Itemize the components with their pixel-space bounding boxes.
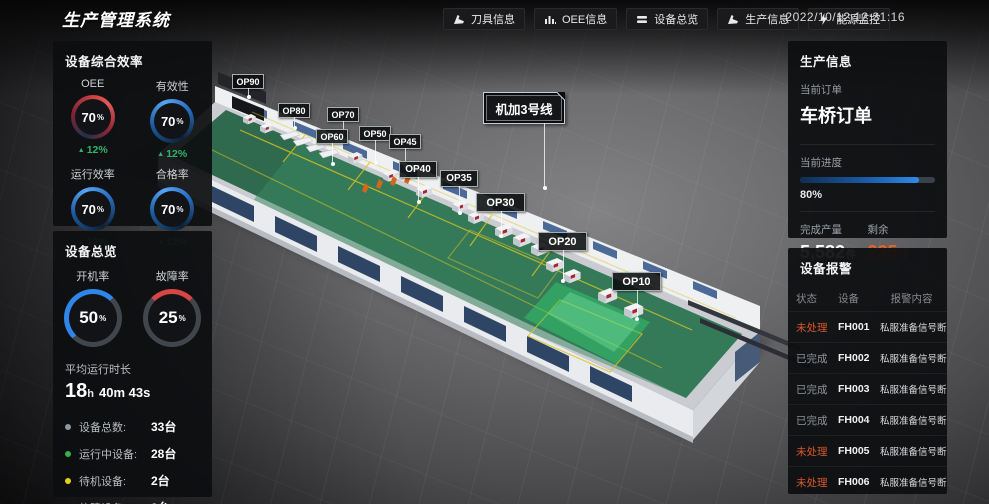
list-icon (636, 13, 648, 25)
top-bar: 生产管理系统 刀具信息 OEE信息 设备总览 生产信息 能源监控 (0, 0, 989, 36)
nav-button-oee-info[interactable]: OEE信息 (534, 8, 617, 30)
up-triangle-icon: ▲ (78, 147, 85, 154)
line-callout-label: 机加3号线 (496, 99, 553, 118)
op-badge-op45[interactable]: OP45 (389, 134, 421, 149)
current-order-name: 车桥订单 (800, 102, 935, 128)
tool-icon (727, 13, 739, 25)
op-badge-op60[interactable]: OP60 (316, 129, 348, 144)
current-order-section: 当前订单 车桥订单 (788, 82, 947, 128)
divider (800, 144, 935, 145)
stat-standby-devices: 待机设备:2台 (65, 467, 200, 494)
gauge-grid: OEE 70% ▲12% 有效性 70% ▲12% 运行效率 70% ▲12% … (53, 72, 212, 248)
alarm-row: 未处理 FH005 私服准备信号断 (788, 435, 947, 466)
line-callout: 机加3号线 (483, 92, 565, 124)
op-badge-op30[interactable]: OP30 (476, 193, 525, 212)
op-badge-op10[interactable]: OP10 (612, 272, 661, 291)
callout-leader-line (544, 123, 545, 187)
pass-rate-gauge-ring: 70% (150, 187, 194, 231)
datetime: 2022/10/12 12:31:16 (785, 10, 905, 24)
badge-leader-line (375, 140, 376, 162)
progress-bar (800, 177, 935, 183)
alarm-table-header: 状态 设备 报警内容 (788, 285, 947, 311)
op-badge-op90[interactable]: OP90 (232, 74, 264, 89)
op-badge-op80[interactable]: OP80 (278, 103, 310, 118)
op-badge-op70[interactable]: OP70 (327, 107, 359, 122)
panel-device-alarms: 设备报警 状态 设备 报警内容 未处理 FH001 私服准备信号断 已完成 FH… (788, 248, 947, 494)
panel-title: 生产信息 (788, 41, 947, 70)
badge-leader-line (637, 290, 638, 318)
gauge-oee: OEE 70% ▲12% (53, 72, 133, 160)
stat-total-devices: 设备总数:33台 (65, 413, 200, 440)
status-dot (65, 424, 71, 430)
badge-leader-line (459, 186, 460, 212)
progress-section: 当前进度 80% (788, 155, 947, 201)
alarm-row: 已完成 FH002 私服准备信号断 (788, 342, 947, 373)
oee-gauge-ring: 70% (71, 95, 115, 139)
progress-percent: 80% (800, 189, 935, 201)
gauge-availability: 有效性 70% ▲12% (133, 72, 213, 160)
nav-button-device-overview[interactable]: 设备总览 (626, 8, 708, 30)
status-dot (65, 478, 71, 484)
average-runtime: 平均运行时长 18h40m 43s (53, 347, 212, 403)
alarm-row: 已完成 FH004 私服准备信号断 (788, 404, 947, 435)
app-title: 生产管理系统 (62, 6, 170, 31)
panel-equipment-overview: 设备总览 开机率 50% 故障率 25% 平均运行时长 18h40m 43s 设… (53, 231, 212, 497)
badge-leader-line (332, 143, 333, 163)
stat-running-devices: 运行中设备:28台 (65, 440, 200, 467)
availability-gauge-ring: 70% (150, 99, 194, 143)
panel-title: 设备综合效率 (53, 41, 212, 70)
fault-gauge-ring: 25% (143, 289, 201, 347)
gauge-uptime-rate: 开机率 50% (53, 262, 133, 347)
delta-badge: ▲12% (78, 144, 108, 156)
op-badge-op40[interactable]: OP40 (399, 161, 437, 178)
delta-badge: ▲12% (157, 148, 187, 160)
badge-leader-line (418, 177, 419, 201)
divider (800, 211, 935, 212)
badge-leader-line (501, 211, 502, 235)
progress-fill (800, 177, 919, 183)
alarm-row: 已完成 FH003 私服准备信号断 (788, 373, 947, 404)
tool-icon (453, 13, 465, 25)
alarm-table: 状态 设备 报警内容 未处理 FH001 私服准备信号断 已完成 FH002 私… (788, 285, 947, 497)
panel-production-info: 生产信息 当前订单 车桥订单 当前进度 80% 完成产量 5,582件 剩余 2… (788, 41, 947, 238)
panel-title: 设备报警 (788, 248, 947, 277)
uptime-gauge-ring: 50% (64, 289, 122, 347)
op-badge-op20[interactable]: OP20 (538, 232, 587, 251)
run-efficiency-gauge-ring: 70% (71, 187, 115, 231)
badge-leader-line (563, 250, 564, 280)
badge-leader-line (294, 117, 295, 127)
device-stats-list: 设备总数:33台 运行中设备:28台 待机设备:2台 故障设备:3台 (53, 413, 212, 504)
dashboard: OP90 OP80 OP70 OP60 OP50 OP45 OP40 OP35 … (0, 0, 989, 504)
panel-title: 设备总览 (53, 231, 212, 260)
callout-corner-notch (556, 92, 565, 101)
alarm-row: 未处理 FH001 私服准备信号断 (788, 311, 947, 342)
panel-equipment-efficiency: 设备综合效率 OEE 70% ▲12% 有效性 70% ▲12% 运行效率 70… (53, 41, 212, 226)
status-dot (65, 451, 71, 457)
stat-fault-devices: 故障设备:3台 (65, 494, 200, 504)
up-triangle-icon: ▲ (157, 151, 164, 158)
bar-chart-icon (544, 13, 556, 25)
gauge-grid: 开机率 50% 故障率 25% (53, 262, 212, 347)
op-badge-op50[interactable]: OP50 (359, 126, 391, 141)
gauge-fault-rate: 故障率 25% (133, 262, 213, 347)
badge-leader-line (248, 88, 249, 96)
nav-button-tool-info[interactable]: 刀具信息 (443, 8, 525, 30)
op-badge-op35[interactable]: OP35 (440, 170, 478, 187)
alarm-row: 未处理 FH006 私服准备信号断 (788, 466, 947, 497)
